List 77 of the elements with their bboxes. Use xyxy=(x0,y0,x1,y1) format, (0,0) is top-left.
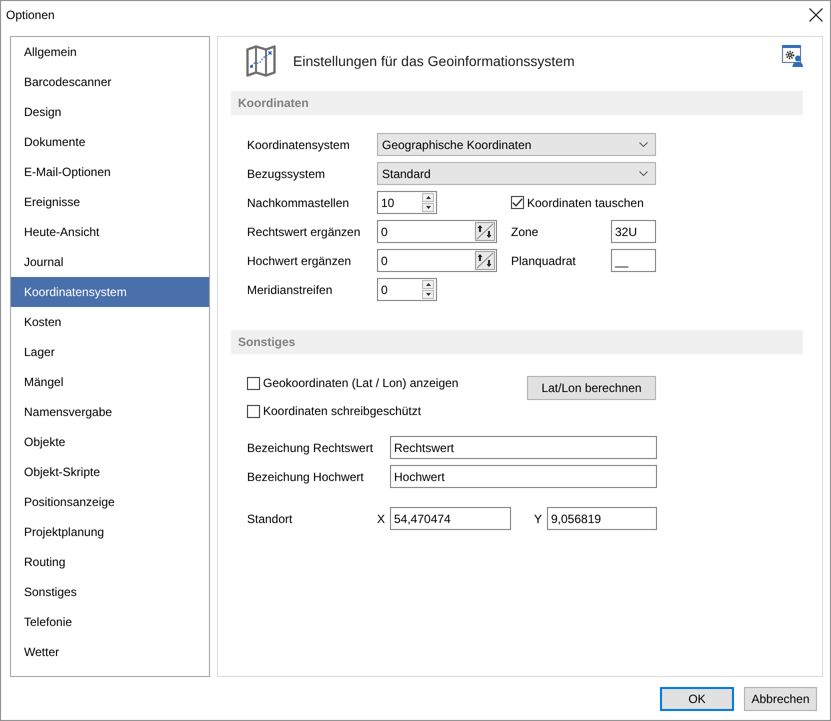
checkbox-label[interactable]: Geokoordinaten (Lat / Lon) anzeigen xyxy=(263,376,458,390)
number-spinner[interactable]: 10 xyxy=(377,191,437,214)
settings-title: Einstellungen für das Geoinformationssystem xyxy=(293,53,575,69)
sidebar-item[interactable]: Ereignisse xyxy=(11,187,209,217)
dialog-button[interactable]: OK xyxy=(660,687,734,711)
field-label: Bezeichung Rechtswert xyxy=(247,440,374,454)
checkbox[interactable] xyxy=(247,376,260,390)
spin-up-button[interactable] xyxy=(422,193,434,202)
sidebar-item[interactable]: Namensvergabe xyxy=(11,397,209,427)
up-down-arrows-icon xyxy=(476,223,494,240)
sidebar-item[interactable]: Design xyxy=(11,97,209,127)
field-label: Planquadrat xyxy=(511,254,577,268)
sidebar-item[interactable]: Wetter xyxy=(11,637,209,667)
spin-down-button[interactable] xyxy=(422,203,434,212)
sidebar-item[interactable]: E-Mail-Optionen xyxy=(11,157,209,187)
field-label: Bezugssystem xyxy=(247,166,326,180)
down-arrow-icon xyxy=(426,206,430,209)
sidebar-item[interactable]: Allgemein xyxy=(11,37,209,67)
sidebar-item[interactable]: Objekt-Skripte xyxy=(11,457,209,487)
field-label: Nachkommastellen xyxy=(247,196,350,210)
spin-up-button[interactable] xyxy=(422,280,434,289)
sidebar-item[interactable]: Dokumente xyxy=(11,127,209,157)
up-arrow-icon xyxy=(426,196,430,199)
sidebar-item[interactable]: Koordinatensystem xyxy=(11,277,209,307)
sidebar-item[interactable]: Telefonie xyxy=(11,607,209,637)
number-field[interactable]: 0 xyxy=(377,249,497,272)
close-icon[interactable] xyxy=(809,8,823,22)
up-down-arrows-icon xyxy=(476,252,494,269)
sidebar-item[interactable]: Kosten xyxy=(11,307,209,337)
number-field[interactable]: 0 xyxy=(377,220,497,243)
text-field[interactable]: Hochwert xyxy=(390,465,657,488)
chevron-down-icon xyxy=(639,171,648,176)
sidebar-item[interactable]: Sonstiges xyxy=(11,577,209,607)
checkbox[interactable] xyxy=(247,404,260,418)
spin-down-button[interactable] xyxy=(422,290,434,299)
text-field[interactable]: 54,470474 xyxy=(390,507,511,530)
sidebar-item[interactable]: Journal xyxy=(11,247,209,277)
field-label: Rechtswert ergänzen xyxy=(247,224,362,238)
sidebar-item[interactable]: Positionsanzeige xyxy=(11,487,209,517)
section-header: Koordinaten xyxy=(231,91,803,115)
checkmark-icon xyxy=(512,198,523,207)
field-label: Hochwert ergänzen xyxy=(247,254,352,268)
user-settings-icon[interactable] xyxy=(782,45,803,67)
sidebar-item[interactable]: Mängel xyxy=(11,367,209,397)
chevron-down-icon xyxy=(639,142,648,147)
sidebar-item[interactable]: Barcodescanner xyxy=(11,67,209,97)
field-label: Koordinatensystem xyxy=(247,138,351,152)
adjust-button[interactable] xyxy=(475,222,495,241)
sidebar-item[interactable]: Projektplanung xyxy=(11,517,209,547)
text-field[interactable]: 9,056819 xyxy=(547,507,657,530)
up-arrow-icon xyxy=(426,283,430,286)
field-label: Meridianstreifen xyxy=(247,282,334,296)
window-title: Optionen xyxy=(6,8,55,22)
section-header: Sonstiges xyxy=(231,330,803,354)
adjust-button[interactable] xyxy=(475,251,495,270)
checkbox[interactable] xyxy=(511,196,524,209)
text-field[interactable]: __ xyxy=(611,249,656,272)
checkbox-label[interactable]: Koordinaten tauschen xyxy=(527,196,644,210)
number-spinner[interactable]: 0 xyxy=(377,278,437,301)
text-field[interactable]: Rechtswert xyxy=(390,436,657,459)
text-field[interactable]: 32U xyxy=(611,220,656,243)
dropdown[interactable]: Geographische Koordinaten xyxy=(377,133,656,156)
sidebar-item[interactable]: Objekte xyxy=(11,427,209,457)
field-label: X xyxy=(377,512,386,526)
sidebar-item[interactable]: Lager xyxy=(11,337,209,367)
dropdown[interactable]: Standard xyxy=(377,162,656,185)
field-label: Zone xyxy=(511,224,540,238)
field-label: Y xyxy=(534,512,544,526)
field-label: Standort xyxy=(247,512,294,526)
field-label: Bezeichung Hochwert xyxy=(247,470,365,484)
map-icon xyxy=(246,45,276,77)
sidebar-item[interactable]: Routing xyxy=(11,547,209,577)
checkbox-label[interactable]: Koordinaten schreibgeschützt xyxy=(263,404,422,418)
sidebar-item[interactable]: Heute-Ansicht xyxy=(11,217,209,247)
dialog-button[interactable]: Abbrechen xyxy=(744,687,817,711)
calculate-button[interactable]: Lat/Lon berechnen xyxy=(527,376,656,400)
down-arrow-icon xyxy=(426,293,430,296)
